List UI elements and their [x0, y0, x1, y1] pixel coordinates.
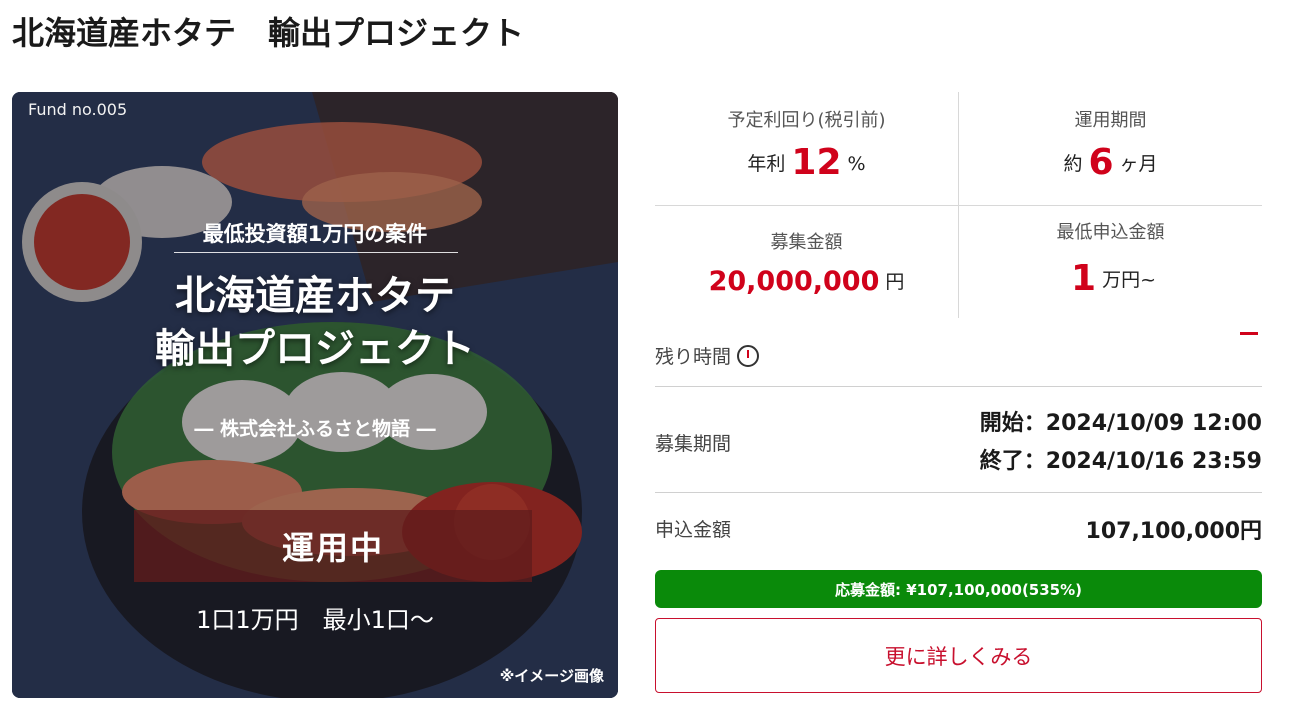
stats-divider-left: [655, 205, 958, 206]
hero-company: ― 株式会社ふるさと物語 ―: [194, 418, 436, 440]
stat-period-suffix: ヶ月: [1119, 153, 1158, 175]
funding-progress-bar: 応募金額: ¥107,100,000(535%): [655, 570, 1262, 608]
stat-min-value: 1: [1071, 258, 1097, 299]
stat-raise-label: 募集金額: [770, 232, 843, 253]
recruit-period-row: 募集期間 開始：2024/10/09 12:00 終了：2024/10/16 2…: [655, 387, 1262, 493]
fund-number: Fund no.005: [28, 100, 128, 119]
stat-yield-value: 12: [791, 142, 842, 183]
applied-amount-label: 申込金額: [655, 519, 732, 541]
page-title: 北海道産ホタテ 輸出プロジェクト: [12, 14, 525, 52]
stat-period: 運用期間 約 6 ヶ月: [959, 106, 1262, 183]
stat-yield: 予定利回り(税引前) 年利 12%: [655, 106, 958, 183]
stat-yield-prefix: 年利: [747, 153, 786, 175]
fund-hero-image[interactable]: Fund no.005 最低投資額1万円の案件 北海道産ホタテ 輸出プロジェクト…: [12, 92, 618, 698]
hero-subtitle: 最低投資額1万円の案件: [202, 222, 428, 246]
stat-min-label: 最低申込金額: [1056, 222, 1165, 243]
clock-icon: [737, 345, 760, 367]
unit-info: 1口1万円 最小1口〜: [196, 606, 434, 634]
stat-yield-label: 予定利回り(税引前): [727, 110, 886, 131]
stat-raise-value: 20,000,000: [708, 266, 880, 297]
stat-period-label: 運用期間: [1074, 110, 1147, 131]
stat-min: 最低申込金額 1 万円~: [959, 218, 1262, 299]
image-note: ※イメージ画像: [499, 667, 604, 685]
hero-title-line1: 北海道産ホタテ: [175, 273, 455, 319]
fund-stats: 予定利回り(税引前) 年利 12% 運用期間 約 6 ヶ月 募集金額 20,000,0…: [655, 92, 1262, 318]
stat-period-prefix: 約: [1063, 153, 1083, 175]
applied-amount-value: 107,100,000円: [1085, 519, 1262, 544]
remaining-time-label: 残り時間: [655, 346, 732, 368]
status-badge: 運用中: [134, 510, 532, 582]
stat-raise: 募集金額 20,000,000 円: [655, 228, 958, 297]
stat-yield-suffix: %: [847, 153, 866, 175]
stat-raise-suffix: 円: [885, 271, 905, 293]
remaining-time-value: [1240, 332, 1258, 335]
hero-title-line2: 輸出プロジェクト: [155, 325, 475, 372]
recruit-start: 開始：2024/10/09 12:00: [979, 411, 1262, 436]
applied-amount-row: 申込金額 107,100,000円: [655, 493, 1262, 565]
stat-period-value: 6: [1088, 142, 1114, 183]
hero-divider: [174, 252, 458, 253]
stat-min-suffix: 万円~: [1102, 269, 1156, 291]
more-details-button[interactable]: 更に詳しくみる: [655, 618, 1262, 693]
recruit-period-label: 募集期間: [655, 433, 732, 455]
stats-divider-right: [958, 205, 1262, 206]
remaining-time-row: 残り時間: [655, 318, 1262, 387]
hero-title: 北海道産ホタテ 輸出プロジェクト: [12, 270, 618, 376]
recruit-end: 終了：2024/10/16 23:59: [979, 449, 1262, 474]
